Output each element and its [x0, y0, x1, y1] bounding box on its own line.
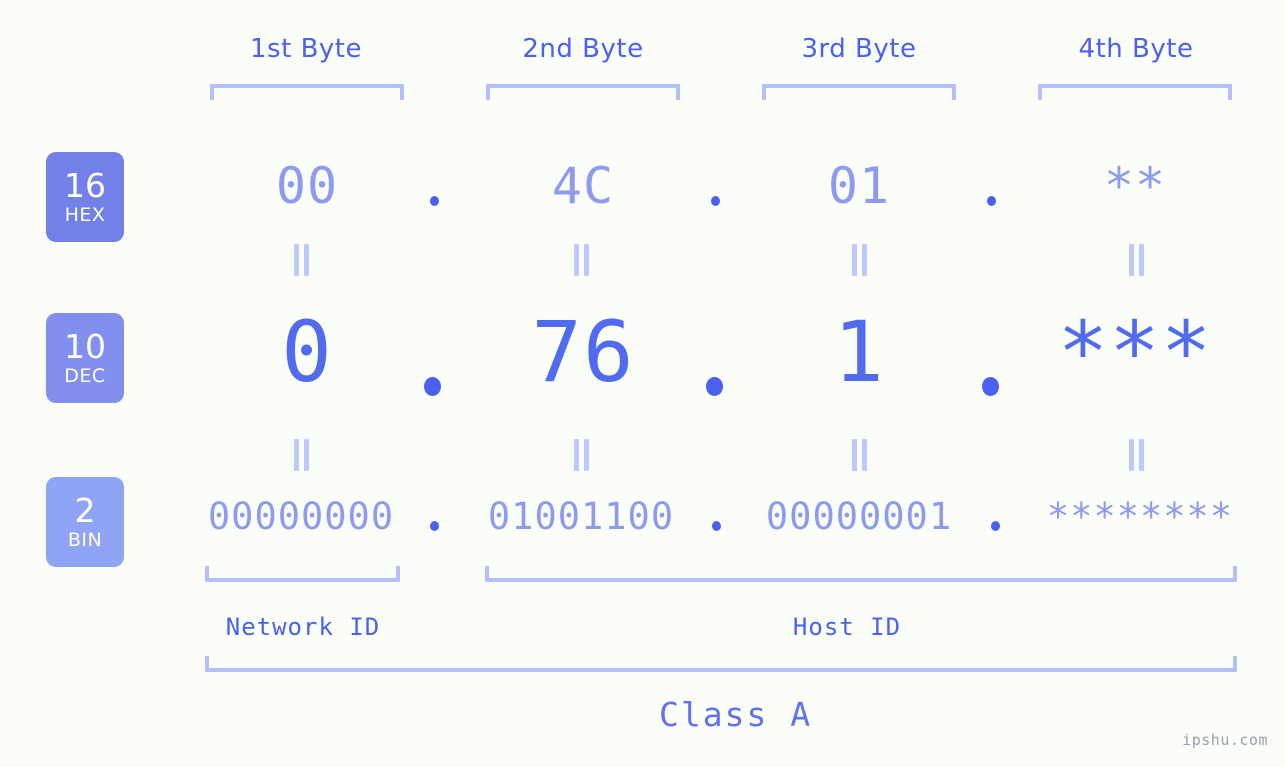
base-badge-hex-number: 16	[64, 166, 106, 205]
equals-mark-hex-dec-2	[570, 244, 592, 276]
site-watermark: ipshu.com	[1182, 731, 1268, 749]
bin-byte-3-value: 00000001	[765, 495, 953, 538]
hex-byte-2-value: 4C	[551, 157, 615, 215]
dec-separator-dot-2	[706, 377, 723, 396]
byte-header-4: 4th Byte	[1078, 34, 1194, 64]
hex-byte-3-value: 01	[827, 157, 891, 215]
byte-bracket-2	[486, 84, 680, 100]
dec-byte-3-value: 1	[833, 303, 885, 401]
equals-mark-dec-bin-3	[848, 439, 870, 471]
base-badge-bin-name: BIN	[67, 529, 103, 551]
dec-separator-dot-1	[424, 377, 441, 396]
bin-byte-4-value: ********	[1046, 495, 1234, 538]
byte-bracket-1	[210, 84, 404, 100]
equals-mark-dec-bin-2	[570, 439, 592, 471]
equals-mark-hex-dec-3	[848, 244, 870, 276]
byte-bracket-3	[762, 84, 956, 100]
dec-separator-dot-3	[982, 377, 999, 396]
base-badge-bin: 2 BIN	[46, 477, 124, 567]
network-id-label: Network ID	[225, 613, 381, 641]
equals-mark-dec-bin-1	[290, 439, 312, 471]
hex-separator-dot-3	[987, 196, 996, 206]
host-id-label: Host ID	[792, 613, 902, 641]
host-id-bracket	[485, 566, 1237, 582]
equals-mark-dec-bin-4	[1125, 439, 1147, 471]
ip-address-breakdown-diagram: 1st Byte 2nd Byte 3rd Byte 4th Byte 16 H…	[0, 0, 1285, 767]
bin-byte-2-value: 01001100	[487, 495, 675, 538]
bin-separator-dot-2	[712, 521, 721, 531]
dec-byte-1-value: 0	[281, 303, 333, 401]
dec-byte-2-value: 76	[531, 303, 635, 401]
dec-byte-4-value: ***	[1057, 303, 1213, 401]
byte-header-3: 3rd Byte	[801, 34, 917, 64]
class-bracket	[205, 656, 1237, 672]
network-id-bracket	[205, 566, 400, 582]
bin-separator-dot-1	[430, 521, 439, 531]
byte-header-2: 2nd Byte	[522, 34, 644, 64]
bin-separator-dot-3	[991, 521, 1000, 531]
base-badge-dec-name: DEC	[64, 365, 106, 387]
base-badge-hex-name: HEX	[64, 204, 106, 226]
hex-separator-dot-1	[430, 196, 439, 206]
base-badge-bin-number: 2	[74, 491, 96, 530]
equals-mark-hex-dec-1	[290, 244, 312, 276]
base-badge-dec: 10 DEC	[46, 313, 124, 403]
base-badge-hex: 16 HEX	[46, 152, 124, 242]
hex-byte-1-value: 00	[275, 157, 339, 215]
base-badge-dec-number: 10	[64, 327, 106, 366]
hex-byte-4-value: **	[1103, 157, 1167, 215]
hex-separator-dot-2	[711, 196, 720, 206]
byte-bracket-4	[1038, 84, 1232, 100]
equals-mark-hex-dec-4	[1125, 244, 1147, 276]
bin-byte-1-value: 00000000	[207, 495, 395, 538]
class-label: Class A	[659, 695, 813, 734]
byte-header-1: 1st Byte	[250, 34, 362, 64]
